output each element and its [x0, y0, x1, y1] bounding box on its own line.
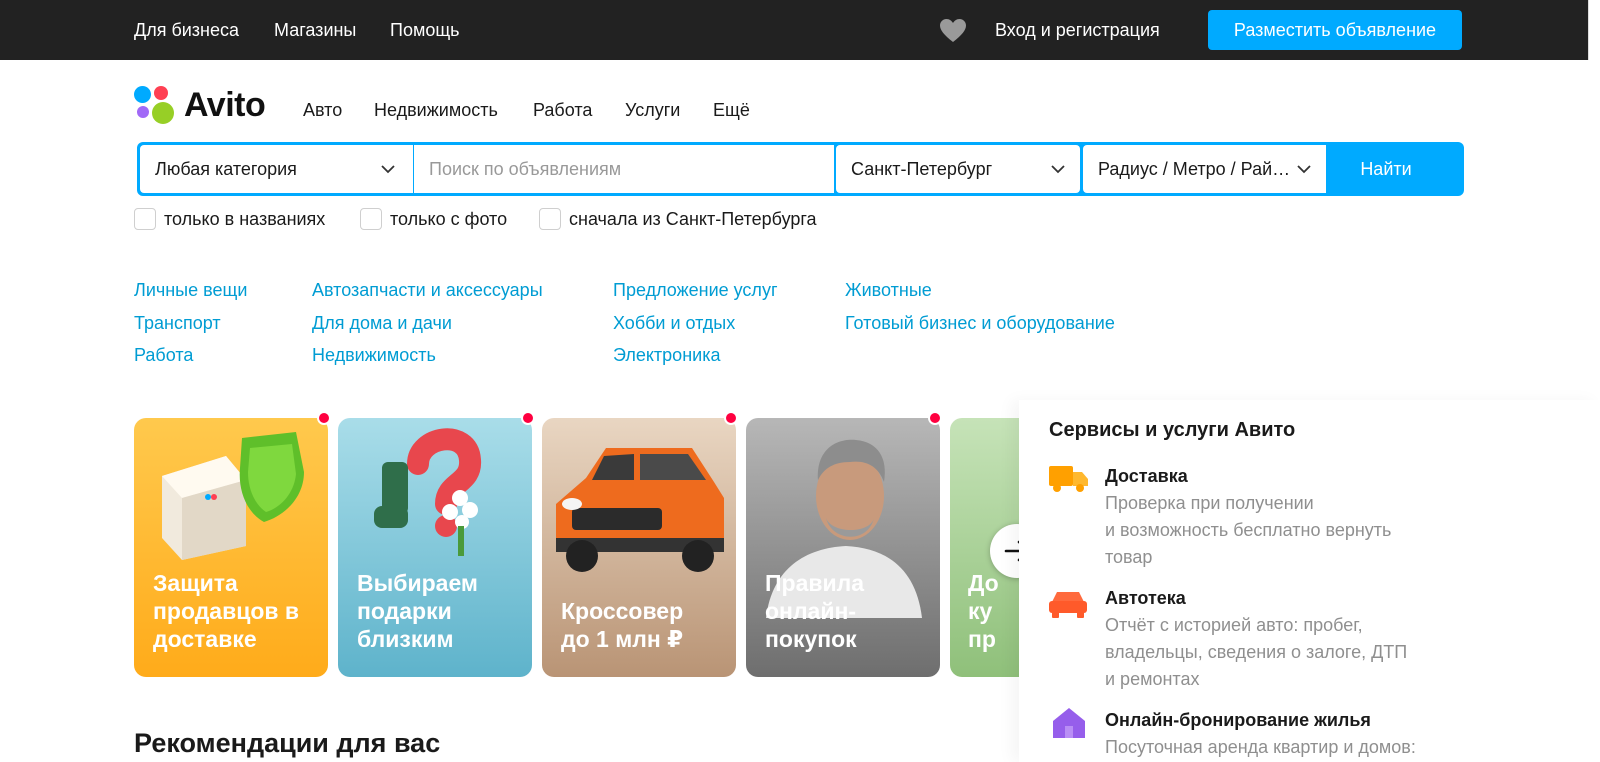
- nav-jobs[interactable]: Работа: [533, 100, 592, 121]
- category-link[interactable]: Недвижимость: [312, 345, 436, 366]
- nav-realty[interactable]: Недвижимость: [374, 100, 498, 121]
- city-select[interactable]: Санкт-Петербург: [836, 145, 1080, 193]
- recommendations-heading: Рекомендации для вас: [134, 728, 441, 758]
- radius-select[interactable]: Радиус / Метро / Рай…: [1083, 145, 1326, 193]
- filter-label: сначала из Санкт-Петербурга: [569, 209, 817, 229]
- category-link[interactable]: Автозапчасти и аксессуары: [312, 280, 543, 301]
- shops-link[interactable]: Магазины: [274, 0, 356, 60]
- find-button[interactable]: Найти: [1327, 145, 1445, 193]
- filter-local-first[interactable]: сначала из Санкт-Петербурга: [539, 207, 839, 231]
- story-card[interactable]: Кроссовер до 1 млн ₽: [542, 418, 736, 677]
- story-title: Правила онлайн- покупок: [765, 570, 865, 652]
- search-placeholder: Поиск по объявлениям: [429, 159, 622, 179]
- services-panel: Сервисы и услуги Авито Доставка Проверка…: [1019, 400, 1600, 762]
- service-title-autoteka[interactable]: Автотека: [1105, 588, 1186, 609]
- logo-dot-red: [154, 86, 168, 100]
- category-link[interactable]: Электроника: [613, 345, 720, 366]
- logo-dot-blue: [134, 86, 151, 103]
- filter-title-only[interactable]: только в названиях: [134, 207, 344, 231]
- checkbox[interactable]: [539, 208, 561, 230]
- category-link[interactable]: Личные вещи: [134, 280, 247, 301]
- truck-icon: [1049, 466, 1088, 492]
- service-desc: Посуточная аренда квартир и домов:: [1105, 737, 1416, 757]
- nav-services[interactable]: Услуги: [625, 100, 680, 121]
- services-heading: Сервисы и услуги Авито: [1049, 419, 1296, 441]
- unread-dot: [521, 411, 535, 425]
- checkbox[interactable]: [360, 208, 382, 230]
- story-card[interactable]: Выбираем подарки близким: [338, 418, 532, 677]
- login-link[interactable]: Вход и регистрация: [995, 0, 1160, 60]
- gift-illustration: [374, 428, 481, 556]
- nav-more[interactable]: Ещё: [713, 100, 750, 121]
- help-link[interactable]: Помощь: [390, 0, 460, 60]
- service-title-delivery[interactable]: Доставка: [1105, 466, 1188, 487]
- chevron-down-icon: [1051, 165, 1065, 174]
- unread-dot: [317, 411, 331, 425]
- logo-dot-green: [152, 102, 174, 124]
- chevron-down-icon: [1296, 161, 1312, 177]
- nav-auto[interactable]: Авто: [303, 100, 342, 121]
- category-link[interactable]: Транспорт: [134, 313, 221, 334]
- category-link[interactable]: Для дома и дачи: [312, 313, 452, 334]
- service-title-booking[interactable]: Онлайн-бронирование жилья: [1105, 710, 1371, 731]
- filter-photo-only[interactable]: только с фото: [360, 207, 530, 231]
- category-link[interactable]: Работа: [134, 345, 193, 366]
- logo-dot-purple: [137, 106, 149, 118]
- car-illustration: [556, 448, 724, 572]
- story-card[interactable]: Правила онлайн- покупок: [746, 418, 940, 677]
- category-select[interactable]: Любая категория: [140, 145, 413, 193]
- story-title: Выбираем подарки близким: [357, 570, 478, 652]
- story-title: Защита продавцов в доставке: [153, 570, 300, 652]
- box-shield-illustration: [162, 432, 304, 560]
- business-link[interactable]: Для бизнеса: [134, 0, 239, 60]
- house-icon: [1053, 708, 1085, 738]
- unread-dot: [724, 411, 738, 425]
- search-bar: Любая категория Поиск по объявлениям Сан…: [137, 142, 1464, 196]
- category-link[interactable]: Хобби и отдых: [613, 313, 735, 334]
- search-input[interactable]: Поиск по объявлениям: [414, 145, 834, 193]
- car-icon: [1049, 592, 1087, 618]
- city-select-value: Санкт-Петербург: [851, 159, 993, 179]
- logo-wordmark: Avito: [184, 86, 266, 124]
- unread-dot: [928, 411, 942, 425]
- chevron-down-icon: [381, 165, 395, 174]
- radius-select-value: Радиус / Метро / Рай…: [1098, 159, 1291, 179]
- scrollbar[interactable]: [1588, 0, 1600, 60]
- heart-icon[interactable]: [940, 19, 966, 43]
- checkbox[interactable]: [134, 208, 156, 230]
- story-title: До ку пр: [968, 570, 999, 652]
- avito-logo[interactable]: Avito: [134, 84, 284, 128]
- category-link[interactable]: Животные: [845, 280, 932, 301]
- category-select-value: Любая категория: [155, 159, 297, 179]
- category-link[interactable]: Предложение услуг: [613, 280, 778, 301]
- story-card[interactable]: Защита продавцов в доставке: [134, 418, 328, 677]
- top-bar: Для бизнеса Магазины Помощь Вход и регис…: [0, 0, 1600, 60]
- service-desc: Проверка при получении и возможность бес…: [1105, 493, 1392, 567]
- post-ad-button[interactable]: Разместить объявление: [1208, 10, 1462, 50]
- filter-label: только с фото: [390, 209, 508, 229]
- filter-label: только в названиях: [164, 209, 326, 229]
- service-desc: Отчёт с историей авто: пробег, владельцы…: [1105, 615, 1408, 689]
- story-title: Кроссовер до 1 млн ₽: [561, 598, 684, 652]
- category-link[interactable]: Готовый бизнес и оборудование: [845, 313, 1115, 334]
